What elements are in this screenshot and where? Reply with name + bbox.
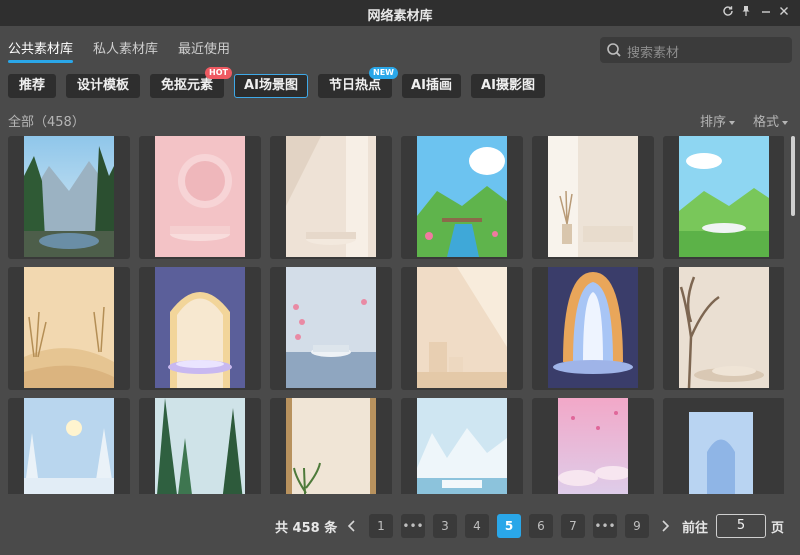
thumbnail-image <box>689 412 753 494</box>
thumbnail-image <box>155 398 245 494</box>
page-button[interactable]: 6 <box>529 514 553 538</box>
image-card[interactable] <box>401 267 523 390</box>
tab-public-library[interactable]: 公共素材库 <box>8 38 73 57</box>
refresh-icon[interactable] <box>719 4 737 22</box>
image-card[interactable] <box>270 136 392 259</box>
page-button[interactable]: 4 <box>465 514 489 538</box>
image-card[interactable] <box>663 136 784 259</box>
tab-recent[interactable]: 最近使用 <box>178 38 230 57</box>
category-label: 节日热点 <box>328 78 381 93</box>
category-design-templates[interactable]: 设计模板 <box>66 74 140 98</box>
category-ai-illustration[interactable]: AI插画 <box>402 74 461 98</box>
minimize-icon[interactable] <box>757 4 775 22</box>
category-ai-scenes[interactable]: AI场景图 <box>234 74 308 98</box>
search-input[interactable]: 搜索素材 <box>600 37 792 63</box>
thumbnail-image <box>417 398 507 494</box>
page-button-current[interactable]: 5 <box>497 514 521 538</box>
goto-page-input[interactable]: 5 <box>716 514 766 538</box>
chevron-left-icon[interactable] <box>344 514 360 538</box>
new-badge: NEW <box>369 67 398 79</box>
thumbnail-image <box>417 267 507 388</box>
pagination-total: 共 458 条 <box>275 521 338 536</box>
category-ai-photography[interactable]: AI摄影图 <box>471 74 545 98</box>
category-holiday-hotspots[interactable]: 节日热点 NEW <box>318 67 398 98</box>
chevron-down-icon <box>729 120 736 125</box>
category-cutout-elements[interactable]: 免抠元素 HOT <box>150 67 232 98</box>
image-card[interactable] <box>401 398 523 494</box>
thumbnail-image <box>558 398 628 494</box>
thumbnail-image <box>417 136 507 257</box>
image-grid <box>8 136 784 494</box>
page-button[interactable]: 3 <box>433 514 457 538</box>
image-card[interactable] <box>139 267 261 390</box>
close-icon[interactable] <box>775 4 793 22</box>
image-card[interactable] <box>8 136 130 259</box>
sort-dropdown[interactable]: 排序 <box>700 111 736 130</box>
page-button[interactable]: 9 <box>625 514 649 538</box>
image-card[interactable] <box>8 267 130 390</box>
image-card[interactable] <box>532 267 654 390</box>
category-recommend[interactable]: 推荐 <box>8 74 56 98</box>
thumbnail-image <box>286 398 376 494</box>
thumbnail-image <box>155 136 245 257</box>
image-card[interactable] <box>663 267 784 390</box>
thumbnail-image <box>679 267 769 388</box>
image-card[interactable] <box>139 136 261 259</box>
thumbnail-image <box>548 267 638 388</box>
page-ellipsis[interactable]: ••• <box>401 514 425 538</box>
image-card[interactable] <box>8 398 130 494</box>
category-label: 免抠元素 <box>160 78 213 93</box>
image-card[interactable] <box>532 136 654 259</box>
image-card[interactable] <box>270 267 392 390</box>
thumbnail-image <box>548 136 638 257</box>
search-placeholder: 搜索素材 <box>627 46 680 61</box>
window-title: 网络素材库 <box>367 9 433 24</box>
thumbnail-image <box>286 136 376 257</box>
active-tab-indicator <box>8 60 73 63</box>
thumbnail-image <box>24 398 114 494</box>
page-unit-label: 页 <box>771 521 785 536</box>
sort-label: 排序 <box>700 115 727 130</box>
hot-badge: HOT <box>205 67 232 79</box>
thumbnail-image <box>286 267 376 388</box>
image-card[interactable] <box>270 398 392 494</box>
format-dropdown[interactable]: 格式 <box>753 111 789 130</box>
format-label: 格式 <box>753 115 780 130</box>
page-button[interactable]: 7 <box>561 514 585 538</box>
thumbnail-image <box>679 136 769 257</box>
image-card[interactable] <box>532 398 654 494</box>
thumbnail-image <box>24 267 114 388</box>
image-card[interactable] <box>139 398 261 494</box>
page-button[interactable]: 1 <box>369 514 393 538</box>
goto-label: 前往 <box>682 521 709 536</box>
search-icon <box>606 42 622 58</box>
page-ellipsis[interactable]: ••• <box>593 514 617 538</box>
chevron-down-icon <box>782 120 789 125</box>
tab-private-library[interactable]: 私人素材库 <box>93 38 158 57</box>
pin-icon[interactable] <box>737 4 755 22</box>
image-card[interactable] <box>401 136 523 259</box>
title-bar: 网络素材库 <box>0 0 800 26</box>
scrollbar[interactable] <box>791 136 795 216</box>
thumbnail-image <box>24 136 114 257</box>
image-card[interactable] <box>663 398 784 494</box>
thumbnail-image <box>155 267 245 388</box>
chevron-right-icon[interactable] <box>657 514 673 538</box>
total-count: 全部（458） <box>8 115 85 130</box>
